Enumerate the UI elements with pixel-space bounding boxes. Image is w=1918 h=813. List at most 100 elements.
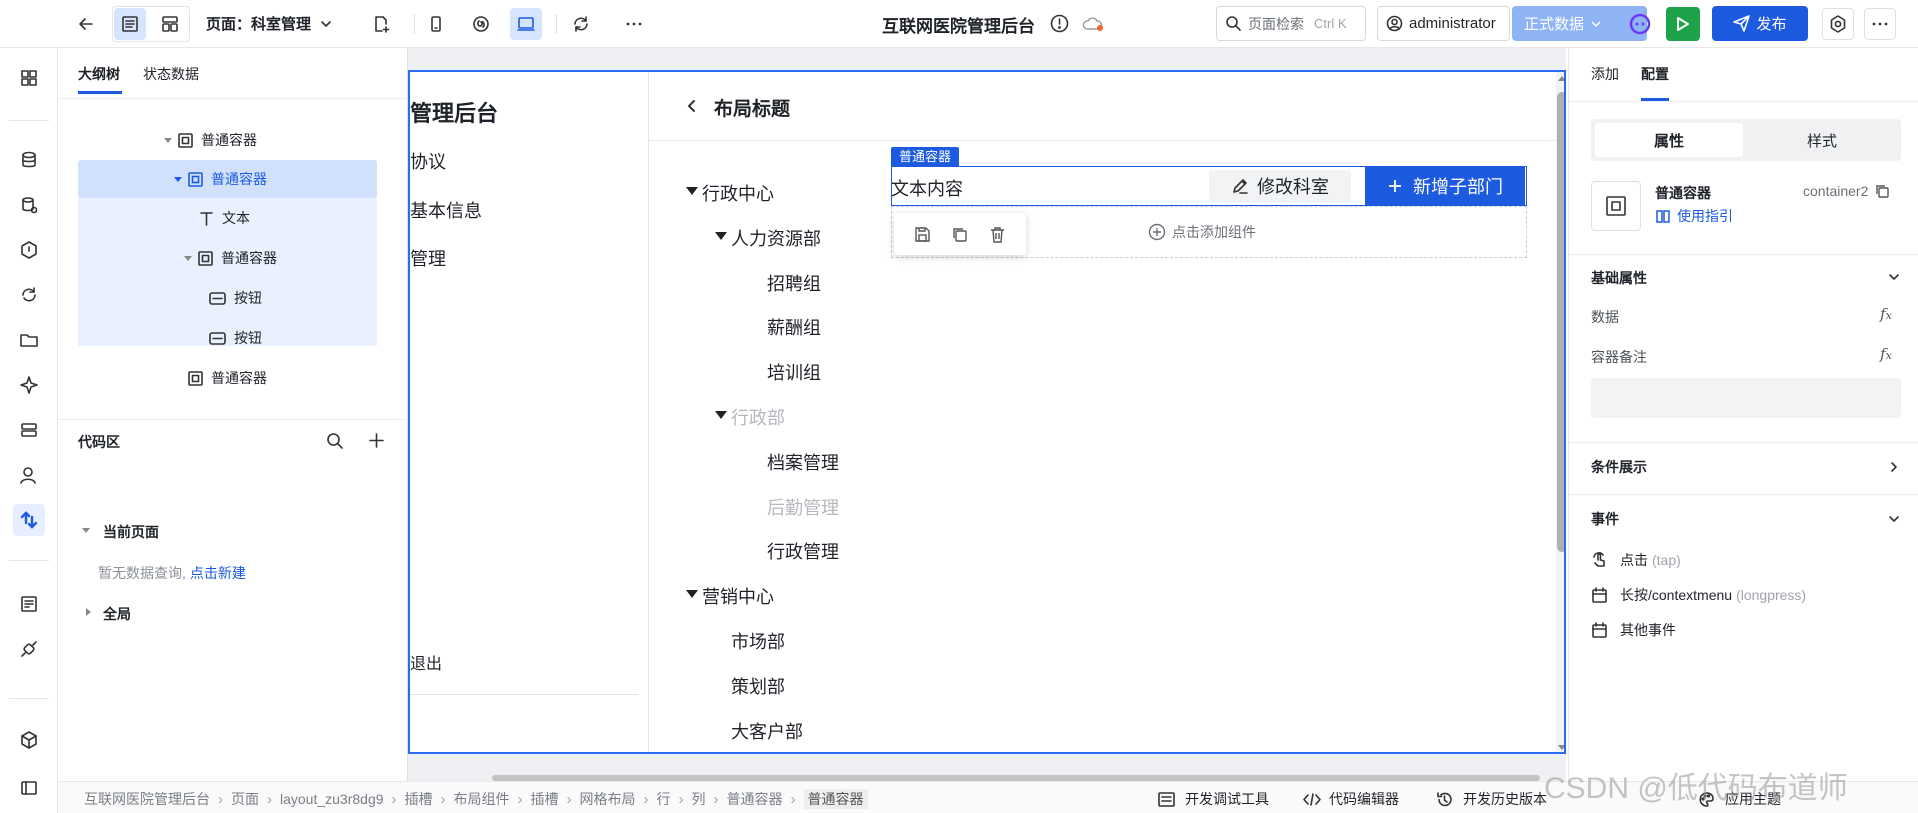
logic-icon[interactable] (13, 504, 45, 536)
ai-assistant-icon[interactable] (1624, 8, 1656, 40)
tab-outline[interactable]: 大纲树 (78, 64, 120, 84)
pc-preview-icon[interactable] (510, 8, 542, 40)
settings-icon[interactable] (1822, 8, 1854, 40)
scroll-up-arrow-icon[interactable] (1557, 74, 1564, 82)
tree-node[interactable]: 普通容器 (164, 128, 257, 152)
data-source-icon[interactable] (13, 189, 45, 221)
plug-icon[interactable] (13, 633, 45, 665)
app-sidebar-item[interactable]: 管理 (410, 245, 446, 271)
page-selector[interactable]: 页面：科室管理 (206, 13, 333, 34)
more-icon[interactable] (618, 8, 650, 40)
tab-state-data[interactable]: 状态数据 (143, 64, 199, 84)
breadcrumb-item[interactable]: 插槽 (405, 789, 433, 809)
tree-node-selected[interactable]: 普通容器 (174, 167, 267, 191)
department-node[interactable]: 薪酬组 (767, 314, 821, 340)
user-button[interactable]: administrator (1377, 6, 1510, 41)
sparkle-icon[interactable] (13, 369, 45, 401)
department-node[interactable]: 行政管理 (767, 538, 839, 564)
edit-department-button[interactable]: 修改科室 (1209, 170, 1351, 202)
cube-icon[interactable] (13, 724, 45, 756)
add-icon[interactable] (368, 432, 385, 449)
text-content[interactable]: 文本内容 (891, 175, 963, 201)
shield-icon[interactable] (13, 234, 45, 266)
publish-button[interactable]: 发布 (1712, 6, 1808, 41)
add-component-hint[interactable]: 点击添加组件 (1148, 222, 1256, 242)
event-click[interactable]: 点击 (tap) (1591, 550, 1681, 570)
preview-run-button[interactable] (1666, 7, 1700, 41)
caret-down-icon[interactable] (82, 526, 90, 534)
caret-right-icon[interactable] (84, 608, 92, 616)
vertical-scroll-thumb[interactable] (1557, 92, 1564, 552)
page-search-input[interactable]: 页面检索 Ctrl K (1216, 6, 1366, 41)
usage-guide-link[interactable]: 使用指引 (1655, 206, 1733, 226)
breadcrumb-item[interactable]: 页面 (231, 789, 259, 809)
department-node[interactable]: 营销中心 (702, 583, 774, 609)
current-page-group[interactable]: 当前页面 (103, 522, 159, 542)
delete-icon[interactable] (989, 226, 1006, 243)
global-group[interactable]: 全局 (103, 604, 131, 624)
add-sub-department-button[interactable]: 新增子部门 (1365, 167, 1525, 205)
caret-down-icon[interactable] (715, 411, 727, 419)
department-node[interactable]: 行政部 (731, 404, 785, 430)
outline-view-icon[interactable] (114, 8, 146, 40)
tree-node[interactable]: 按钮 (209, 286, 262, 310)
caret-down-icon[interactable] (686, 187, 698, 195)
sync-icon[interactable] (13, 279, 45, 311)
copy-icon[interactable] (951, 226, 968, 243)
department-node[interactable]: 后勤管理 (767, 494, 839, 520)
basic-props-title[interactable]: 基础属性 (1591, 268, 1647, 288)
chevron-right-icon[interactable] (1887, 460, 1901, 474)
chevron-down-icon[interactable] (1887, 270, 1901, 284)
save-icon[interactable] (914, 226, 931, 243)
breadcrumb-item[interactable]: 插槽 (531, 789, 559, 809)
department-node[interactable]: 行政中心 (702, 180, 774, 206)
mobile-preview-icon[interactable] (420, 8, 452, 40)
department-node[interactable]: 档案管理 (767, 449, 839, 475)
breadcrumb-item[interactable]: 网格布局 (580, 789, 636, 809)
breadcrumb-item[interactable]: 行 (657, 789, 671, 809)
note-textarea[interactable] (1591, 378, 1901, 418)
department-node[interactable]: 人力资源部 (731, 225, 821, 251)
department-node[interactable]: 市场部 (731, 628, 785, 654)
department-node[interactable]: 招聘组 (767, 270, 821, 296)
refresh-icon[interactable] (565, 8, 597, 40)
chevron-down-icon[interactable] (1887, 512, 1901, 526)
app-sidebar-item[interactable]: 退出 (410, 650, 442, 674)
copy-icon[interactable] (1874, 183, 1890, 199)
collapse-icon[interactable] (13, 772, 45, 804)
database-icon[interactable] (13, 144, 45, 176)
seg-properties[interactable]: 属性 (1595, 123, 1743, 157)
app-sidebar-item[interactable]: 基本信息 (410, 197, 482, 223)
list-doc-icon[interactable] (13, 588, 45, 620)
layers-icon[interactable] (13, 414, 45, 446)
seg-style[interactable]: 样式 (1747, 123, 1897, 157)
scroll-down-arrow-icon[interactable] (1557, 744, 1564, 752)
info-icon[interactable] (1050, 14, 1069, 33)
debug-tools-button[interactable]: 开发调试工具 (1158, 789, 1269, 809)
tree-node[interactable]: 普通容器 (188, 366, 267, 390)
conditional-display-title[interactable]: 条件展示 (1591, 457, 1647, 477)
app-sidebar-item[interactable]: 协议 (410, 148, 446, 174)
user-icon[interactable] (13, 459, 45, 491)
tree-node[interactable]: 文本 (199, 206, 250, 230)
breadcrumb-item[interactable]: 布局组件 (454, 789, 510, 809)
code-editor-button[interactable]: 代码编辑器 (1303, 789, 1399, 809)
department-node[interactable]: 策划部 (731, 673, 785, 699)
tree-node[interactable]: 按钮 (209, 326, 262, 350)
breadcrumb-item[interactable]: layout_zu3r8dg9 (280, 791, 384, 807)
layout-view-icon[interactable] (154, 8, 186, 40)
breadcrumb-item[interactable]: 互联网医院管理后台 (84, 789, 210, 809)
fx-icon[interactable]: fx (1880, 305, 1892, 323)
fx-icon[interactable]: fx (1880, 345, 1892, 363)
create-query-link[interactable]: 点击新建 (190, 563, 246, 583)
caret-down-icon[interactable] (686, 590, 698, 599)
mini-program-icon[interactable] (465, 8, 497, 40)
event-longpress[interactable]: 长按/contextmenu (longpress) (1591, 585, 1806, 605)
caret-down-icon[interactable] (715, 231, 727, 240)
tree-node[interactable]: 普通容器 (184, 246, 277, 270)
more-menu-icon[interactable] (1864, 8, 1896, 40)
tab-config[interactable]: 配置 (1641, 64, 1669, 84)
history-button[interactable]: 开发历史版本 (1436, 789, 1547, 809)
folder-icon[interactable] (13, 324, 45, 356)
breadcrumb-item[interactable]: 列 (692, 789, 706, 809)
